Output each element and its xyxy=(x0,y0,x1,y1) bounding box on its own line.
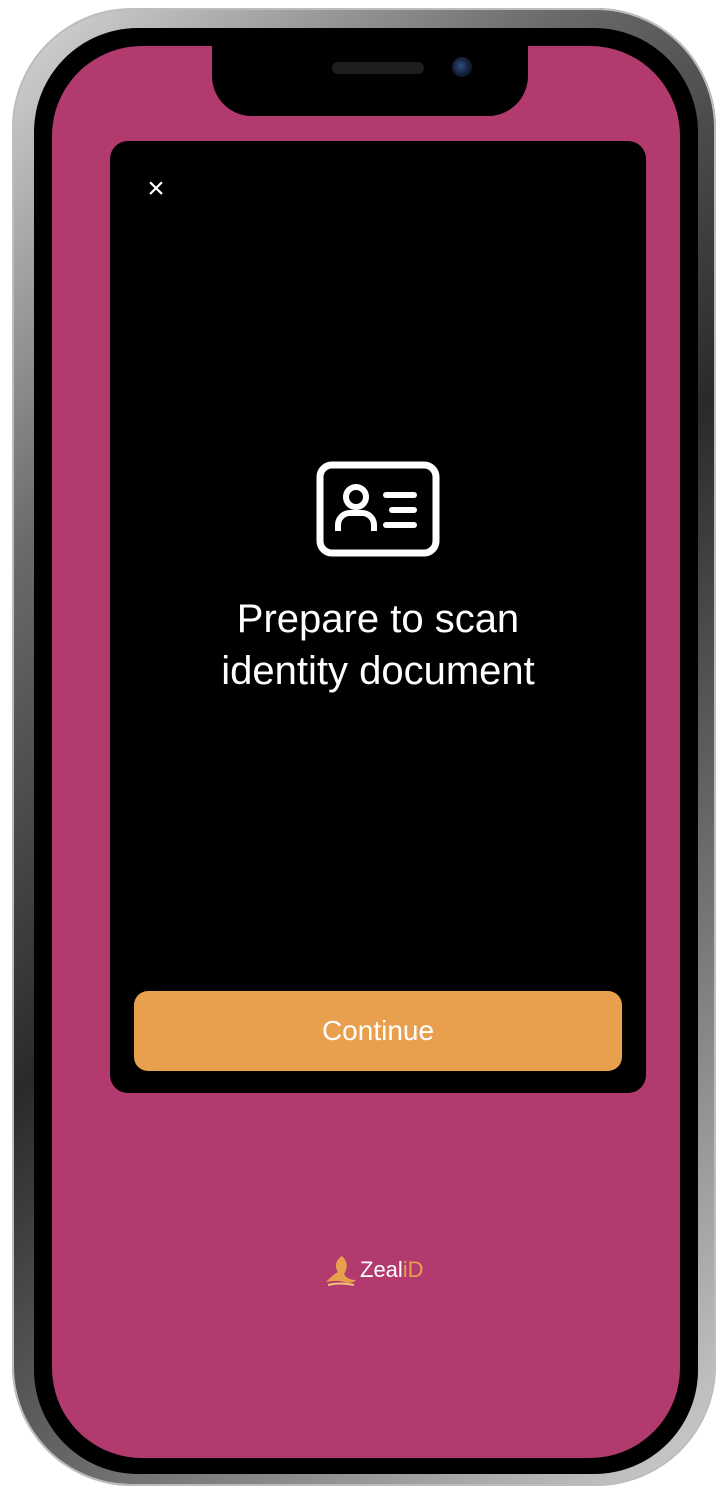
continue-button[interactable]: Continue xyxy=(134,991,622,1071)
brand-name: ZealiD xyxy=(360,1257,424,1283)
brand-name-part-2: iD xyxy=(402,1257,424,1282)
notch xyxy=(212,46,528,116)
zealid-logo-icon xyxy=(326,1256,356,1286)
phone-screen: × Prepare to scan identity document Cont… xyxy=(52,46,680,1458)
title-line-2: identity document xyxy=(221,649,535,693)
scan-prepare-card: × Prepare to scan identity document Cont… xyxy=(110,141,646,1093)
title-line-1: Prepare to scan xyxy=(236,597,520,641)
brand-name-part-1: Zeal xyxy=(360,1257,403,1282)
front-camera xyxy=(452,57,472,77)
speaker-grille xyxy=(332,62,424,74)
brand-logo: ZealiD xyxy=(322,1252,424,1288)
page-title: Prepare to scan identity document xyxy=(110,593,646,697)
close-button[interactable]: × xyxy=(138,171,174,207)
id-card-icon xyxy=(316,461,440,557)
close-icon: × xyxy=(147,172,165,205)
